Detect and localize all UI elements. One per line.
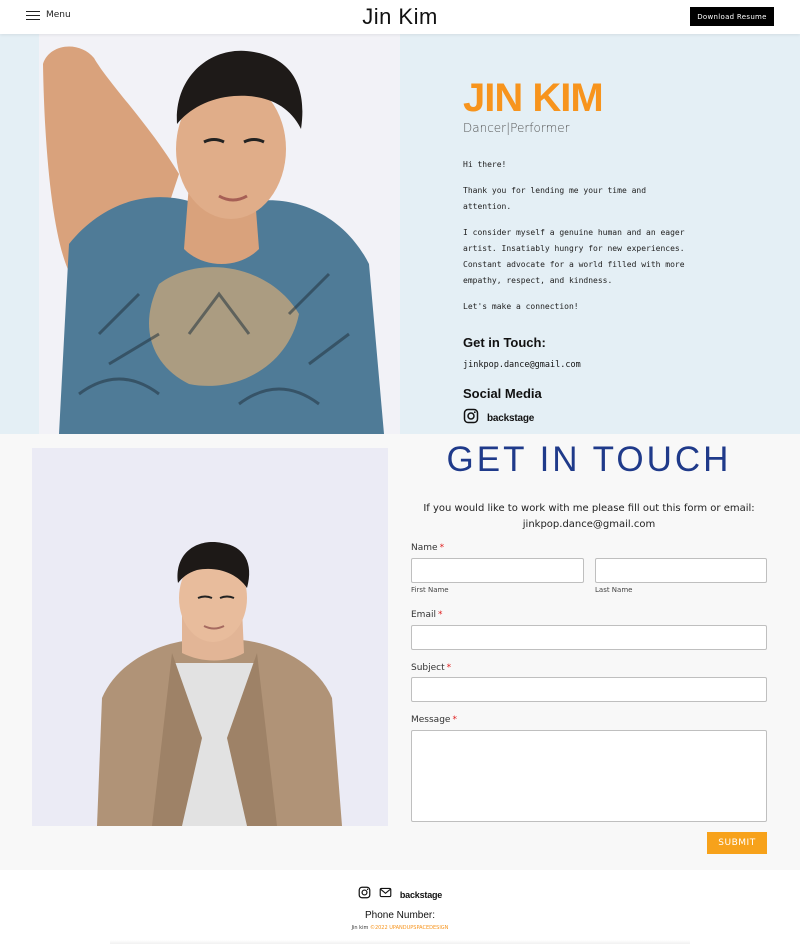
instagram-icon[interactable]: [463, 408, 479, 429]
name-label: Name *: [411, 543, 445, 553]
hero-section: JIN KIM Dancer|Performer Hi there! Thank…: [0, 34, 800, 434]
download-resume-button[interactable]: Download Resume: [690, 7, 774, 26]
social-links: backstage: [463, 408, 713, 429]
backstage-link[interactable]: backstage: [487, 413, 534, 424]
backstage-link[interactable]: backstage: [400, 890, 442, 900]
hero-name: JIN KIM: [463, 76, 604, 120]
contact-email[interactable]: jinkpop.dance@gmail.com: [463, 360, 713, 370]
subject-input[interactable]: [411, 677, 767, 702]
email-input[interactable]: [411, 625, 767, 650]
site-header: Menu Jin Kim Download Resume: [0, 0, 800, 34]
instagram-icon[interactable]: [358, 886, 371, 904]
email-label: Email *: [411, 610, 443, 620]
hero-role: Dancer|Performer: [463, 121, 570, 135]
bio-text: I consider myself a genuine human and an…: [463, 228, 685, 285]
hero-portrait-photo: [39, 34, 400, 434]
copyright-name: Jin kim: [351, 925, 369, 931]
cta-text: Let's make a connection!: [463, 302, 579, 311]
last-name-input[interactable]: [595, 558, 767, 583]
contact-intro-email[interactable]: jinkpop.dance@gmail.com: [411, 517, 767, 533]
footer-social-links: backstage: [0, 886, 800, 904]
site-footer: backstage Phone Number: Jin kim ©2022 UP…: [0, 870, 800, 944]
contact-section: GET IN TOUCH If you would like to work w…: [0, 434, 800, 870]
hero-info: JIN KIM Dancer|Performer Hi there! Thank…: [463, 78, 713, 429]
greeting-text: Hi there!: [463, 160, 507, 169]
contact-intro-line: If you would like to work with me please…: [423, 503, 755, 514]
message-textarea[interactable]: [411, 730, 767, 822]
contact-portrait-photo: [32, 448, 388, 826]
footer-divider: [110, 940, 690, 944]
first-name-sublabel: First Name: [411, 586, 449, 594]
get-in-touch-heading: Get in Touch:: [463, 335, 546, 350]
contact-intro: If you would like to work with me please…: [411, 501, 767, 533]
thanks-text: Thank you for lending me your time and a…: [463, 186, 647, 211]
message-label: Message *: [411, 715, 457, 725]
subject-label: Subject *: [411, 663, 452, 673]
social-media-heading: Social Media: [463, 386, 542, 401]
phone-label: Phone Number:: [364, 910, 436, 921]
last-name-sublabel: Last Name: [595, 586, 633, 594]
mail-icon[interactable]: [379, 886, 392, 904]
contact-title: GET IN TOUCH: [446, 440, 732, 479]
copyright: Jin kim ©2022 UPANDUPSPACEDESIGN: [0, 925, 800, 931]
first-name-input[interactable]: [411, 558, 584, 583]
copyright-credit-link[interactable]: ©2022 UPANDUPSPACEDESIGN: [370, 925, 448, 931]
site-title[interactable]: Jin Kim: [0, 4, 800, 30]
submit-button[interactable]: SUBMIT: [707, 832, 767, 854]
